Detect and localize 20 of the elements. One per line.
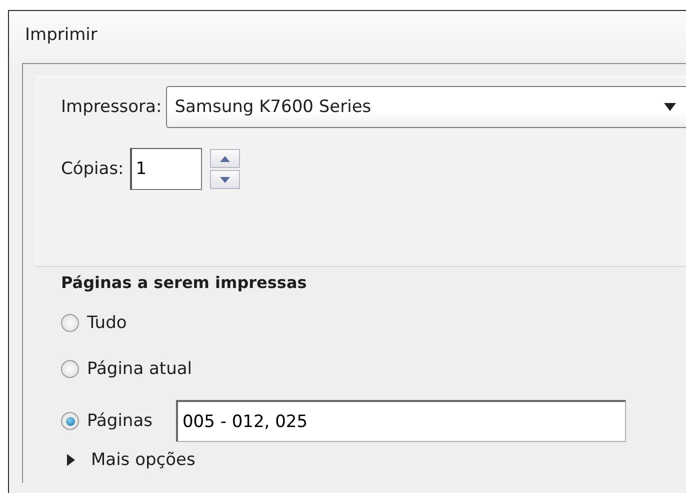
more-options-toggle[interactable]: Mais opções: [61, 450, 196, 470]
radio-button[interactable]: [61, 314, 79, 332]
caret-icon: [664, 103, 676, 111]
radio-button[interactable]: [61, 360, 79, 378]
pages-field[interactable]: 005 - 012, 025: [176, 400, 626, 442]
increment-button[interactable]: [210, 149, 240, 168]
printer-dropdown[interactable]: Samsung K7600 Series: [166, 86, 686, 128]
section-heading: Páginas a serem impressas: [61, 273, 307, 292]
radio-button[interactable]: [61, 412, 79, 430]
disclosure-triangle-icon: [67, 454, 75, 466]
option-label: Páginas: [87, 411, 152, 431]
option-label: Tudo: [87, 313, 127, 333]
printer-label: Impressora:: [61, 97, 162, 117]
copies-label: Cópias:: [61, 159, 124, 179]
up-arrow-icon: [220, 156, 230, 162]
option-label: Página atual: [87, 359, 192, 379]
down-arrow-icon: [220, 176, 230, 182]
window-title: Imprimir: [25, 25, 98, 47]
copies-field[interactable]: 1: [130, 148, 202, 190]
decrement-button[interactable]: [210, 170, 240, 189]
